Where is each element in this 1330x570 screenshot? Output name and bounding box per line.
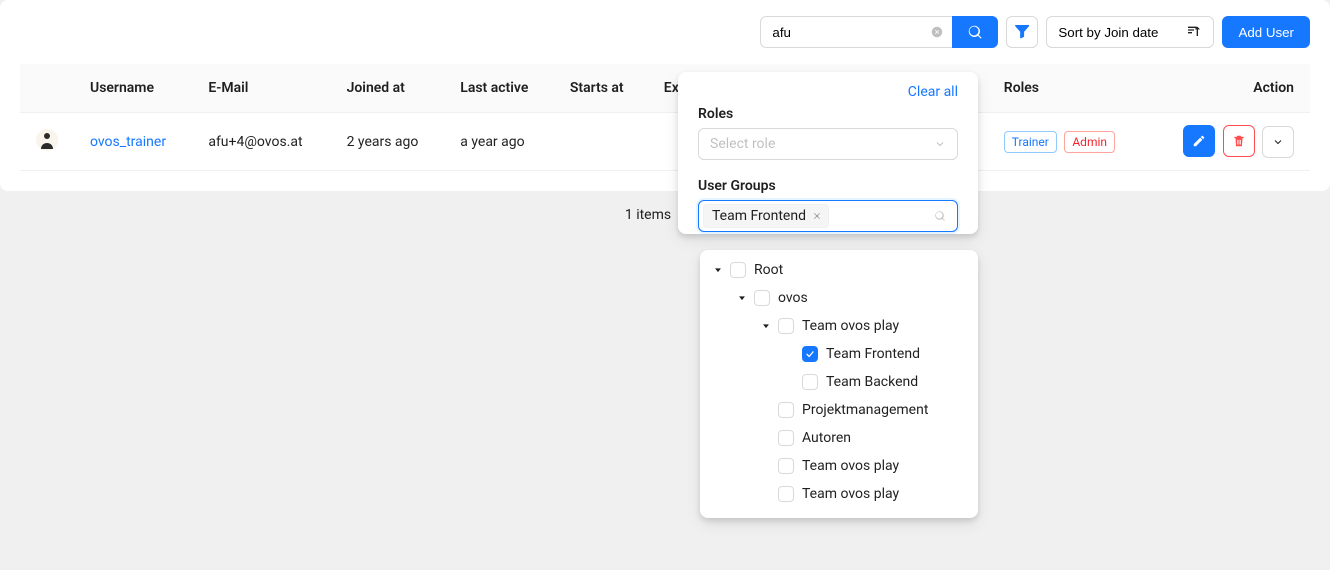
more-button[interactable] (1262, 126, 1294, 158)
tree-node-root[interactable]: Root (706, 256, 972, 284)
tree-label: Team ovos play (802, 458, 899, 474)
tree-dropdown: Root ovos Team ovos play Team Frontend T… (700, 250, 978, 518)
checkbox[interactable] (778, 318, 794, 334)
users-table: Username E-Mail Joined at Last active St… (20, 64, 1310, 171)
username-link[interactable]: ovos_trainer (90, 134, 166, 150)
filter-button[interactable] (1006, 16, 1038, 48)
search-input[interactable] (760, 16, 954, 48)
search-group (760, 16, 998, 48)
tree-label: Team Backend (826, 374, 918, 390)
sort-button[interactable]: Sort by Join date (1046, 16, 1214, 48)
clear-input-icon[interactable] (930, 25, 944, 39)
checkbox[interactable] (778, 402, 794, 418)
tree-node-ovos[interactable]: ovos (706, 284, 972, 312)
trash-icon (1232, 134, 1246, 148)
cell-email: afu+4@ovos.at (192, 113, 330, 171)
checkbox[interactable] (778, 430, 794, 446)
tree-node-team-ovos-play-3[interactable]: Team ovos play (706, 480, 972, 508)
selected-group-label: Team Frontend (712, 208, 806, 224)
col-starts: Starts at (554, 64, 648, 113)
search-icon (967, 24, 983, 40)
checkbox[interactable] (778, 486, 794, 502)
user-groups-label: User Groups (698, 178, 958, 194)
user-groups-select[interactable]: Team Frontend (698, 200, 958, 232)
tree-label: Team Frontend (826, 346, 920, 362)
tree-label: Projektmanagement (802, 402, 928, 418)
switcher-icon[interactable] (730, 293, 754, 303)
search-icon (934, 210, 946, 222)
col-last-active: Last active (444, 64, 554, 113)
selected-group-tag: Team Frontend (703, 204, 829, 228)
clear-all-link[interactable]: Clear all (908, 84, 958, 100)
add-user-button[interactable]: Add User (1222, 16, 1310, 48)
col-roles: Roles (988, 64, 1149, 113)
role-tag-admin: Admin (1064, 131, 1115, 153)
cell-roles: Trainer Admin (988, 113, 1149, 171)
add-user-label: Add User (1238, 25, 1294, 40)
roles-label: Roles (698, 106, 958, 122)
edit-button[interactable] (1183, 125, 1215, 157)
col-username: Username (74, 64, 192, 113)
checkbox[interactable] (730, 262, 746, 278)
table-header-row: Username E-Mail Joined at Last active St… (20, 64, 1310, 113)
table-row: ovos_trainer afu+4@ovos.at 2 years ago a… (20, 113, 1310, 171)
col-action: Action (1149, 64, 1310, 113)
tree-label: Team ovos play (802, 318, 899, 334)
sort-label: Sort by Join date (1058, 25, 1158, 40)
tree-label: Root (754, 262, 783, 278)
delete-button[interactable] (1223, 125, 1255, 157)
switcher-icon[interactable] (706, 265, 730, 275)
tree-node-team-backend[interactable]: Team Backend (706, 368, 972, 396)
tree-node-autoren[interactable]: Autoren (706, 424, 972, 452)
tree-label: Team ovos play (802, 486, 899, 502)
col-email: E-Mail (192, 64, 330, 113)
checkbox[interactable] (754, 290, 770, 306)
tree-label: Autoren (802, 430, 851, 446)
switcher-icon[interactable] (754, 321, 778, 331)
checkbox-checked[interactable] (802, 346, 818, 362)
search-button[interactable] (952, 16, 998, 48)
cell-last-active: a year ago (444, 113, 554, 171)
chevron-down-icon (934, 138, 946, 150)
roles-placeholder: Select role (710, 136, 775, 152)
cell-joined: 2 years ago (331, 113, 445, 171)
tree-node-team-ovos-play[interactable]: Team ovos play (706, 312, 972, 340)
toolbar: Sort by Join date Add User (20, 16, 1310, 48)
tree-node-team-frontend[interactable]: Team Frontend (706, 340, 972, 368)
roles-select[interactable]: Select role (698, 128, 958, 160)
items-count: 1 items (625, 207, 671, 223)
edit-icon (1192, 134, 1206, 148)
sort-icon (1186, 24, 1202, 40)
filter-popover: Clear all Roles Select role User Groups … (678, 72, 978, 234)
role-tag-trainer: Trainer (1004, 131, 1057, 153)
col-joined: Joined at (331, 64, 445, 113)
pagination: 1 items (0, 191, 1330, 239)
checkbox[interactable] (778, 458, 794, 474)
tree-node-projektmanagement[interactable]: Projektmanagement (706, 396, 972, 424)
remove-tag-icon[interactable] (810, 209, 824, 223)
tree-label: ovos (778, 290, 808, 306)
checkbox[interactable] (802, 374, 818, 390)
chevron-down-icon (1272, 136, 1284, 148)
filter-icon (1015, 25, 1029, 39)
tree-node-team-ovos-play-2[interactable]: Team ovos play (706, 452, 972, 480)
cell-starts (554, 113, 648, 171)
avatar (36, 129, 58, 151)
